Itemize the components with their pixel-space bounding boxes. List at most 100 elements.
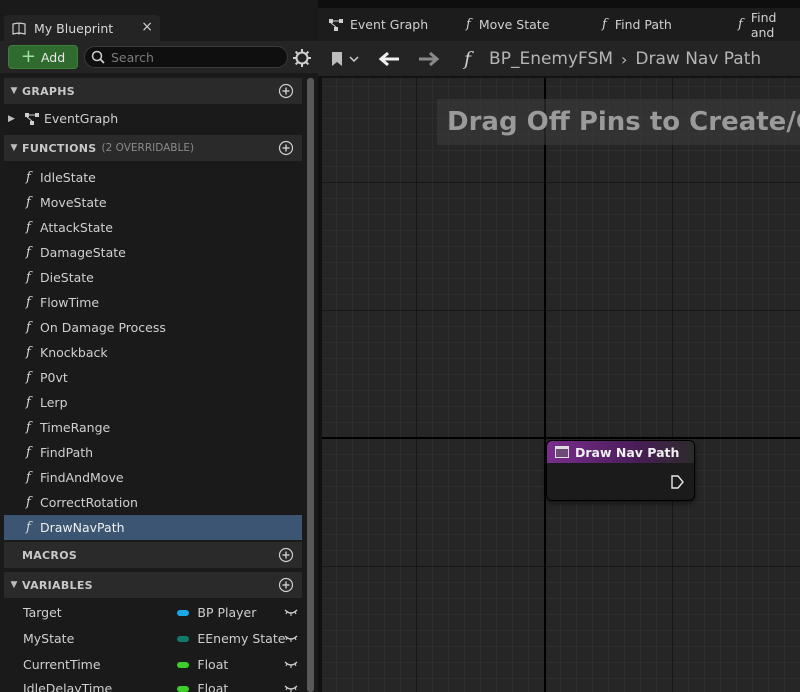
- functions-section-subtitle: (2 OVERRIDABLE): [101, 142, 195, 154]
- function-label: IdleState: [40, 170, 96, 185]
- function-label: MoveState: [40, 195, 107, 210]
- graph-tab-bar: Event Graph f Move State f Find Path f F…: [318, 8, 800, 41]
- function-label: FindAndMove: [40, 470, 124, 485]
- variable-name: IdleDelayTime: [23, 681, 113, 692]
- function-label: AttackState: [40, 220, 113, 235]
- variable-name: CurrentTime: [23, 657, 101, 672]
- function-label: Knockback: [40, 345, 108, 360]
- function-label: TimeRange: [40, 420, 111, 435]
- function-item[interactable]: f CorrectRotation: [4, 490, 302, 515]
- function-item[interactable]: f MoveState: [4, 190, 302, 215]
- add-button[interactable]: + Add: [8, 45, 78, 69]
- breadcrumb: f BP_EnemyFSM › Draw Nav Path: [464, 41, 761, 77]
- add-button-label: Add: [40, 49, 66, 65]
- bookmark-icon: [332, 52, 342, 66]
- variable-item[interactable]: CurrentTime Float: [4, 652, 302, 677]
- gear-icon[interactable]: [292, 48, 312, 68]
- tab-label: Move State: [478, 17, 550, 32]
- eye-closed-icon[interactable]: [284, 606, 298, 618]
- function-entry-node[interactable]: Draw Nav Path: [546, 440, 695, 501]
- add-graph-icon[interactable]: [278, 83, 294, 99]
- breadcrumb-blueprint[interactable]: BP_EnemyFSM: [489, 49, 613, 69]
- back-arrow-icon[interactable]: [378, 51, 400, 67]
- function-icon: f: [464, 48, 472, 70]
- variable-item[interactable]: MyState EEnemy State: [4, 626, 302, 651]
- variables-section-title: VARIABLES: [22, 578, 93, 592]
- function-label: On Damage Process: [40, 320, 166, 335]
- close-tab-icon[interactable]: ×: [141, 19, 153, 35]
- variables-section-header[interactable]: ▼ VARIABLES: [4, 572, 302, 598]
- tab-move-state[interactable]: f Move State: [466, 8, 549, 41]
- function-item[interactable]: f Lerp: [4, 390, 302, 415]
- eye-closed-icon[interactable]: [284, 658, 298, 670]
- graph-canvas[interactable]: Drag Off Pins to Create/Con Draw Nav Pat…: [322, 78, 800, 692]
- function-item[interactable]: f TimeRange: [4, 415, 302, 440]
- function-icon: f: [26, 295, 31, 310]
- my-blueprint-panel: My Blueprint × + Add Search ▼ GRAPHS ▶ E…: [0, 0, 318, 692]
- function-item[interactable]: f DamageState: [4, 240, 302, 265]
- chevron-down-icon: [349, 56, 359, 63]
- eye-closed-icon[interactable]: [284, 682, 298, 692]
- function-icon: f: [26, 395, 31, 410]
- graphs-section-title: GRAPHS: [22, 84, 76, 98]
- plus-icon: +: [20, 46, 36, 67]
- macros-section-header[interactable]: MACROS: [4, 542, 302, 568]
- add-variable-icon[interactable]: [278, 577, 294, 593]
- expand-arrow-icon: ▶: [8, 113, 15, 124]
- function-icon: f: [26, 495, 31, 510]
- function-label: Lerp: [40, 395, 68, 410]
- add-function-icon[interactable]: [278, 140, 294, 156]
- canvas-hint-text: Drag Off Pins to Create/Con: [437, 99, 800, 145]
- function-label: DieState: [40, 270, 94, 285]
- function-label: FindPath: [40, 445, 94, 460]
- my-blueprint-tab[interactable]: My Blueprint ×: [4, 15, 160, 41]
- tab-find-and-move[interactable]: f Find and: [738, 8, 800, 41]
- search-box[interactable]: [84, 46, 288, 68]
- function-item[interactable]: f IdleState: [4, 165, 302, 190]
- function-item[interactable]: f Knockback: [4, 340, 302, 365]
- graph-item-eventgraph[interactable]: ▶ EventGraph: [4, 106, 302, 131]
- graph-item-label: EventGraph: [44, 111, 119, 126]
- function-item[interactable]: f On Damage Process: [4, 315, 302, 340]
- tab-event-graph[interactable]: Event Graph: [328, 8, 428, 41]
- function-item[interactable]: f AttackState: [4, 215, 302, 240]
- function-icon: f: [602, 17, 607, 32]
- function-node-icon: [555, 446, 569, 458]
- breadcrumb-function[interactable]: Draw Nav Path: [635, 49, 761, 69]
- function-item-selected[interactable]: f DrawNavPath: [4, 515, 302, 540]
- function-item[interactable]: f FindAndMove: [4, 465, 302, 490]
- function-label: CorrectRotation: [40, 495, 138, 510]
- panel-toolbar: + Add: [0, 41, 318, 73]
- add-macro-icon[interactable]: [278, 547, 294, 563]
- forward-arrow-icon[interactable]: [418, 51, 440, 67]
- variable-name: Target: [23, 605, 62, 620]
- function-item[interactable]: f FlowTime: [4, 290, 302, 315]
- node-title: Draw Nav Path: [575, 444, 680, 460]
- node-header[interactable]: Draw Nav Path: [547, 441, 694, 463]
- variable-item[interactable]: Target BP Player: [4, 600, 302, 625]
- function-icon: f: [26, 270, 31, 285]
- tab-label: Find and: [750, 9, 777, 40]
- function-icon: f: [26, 320, 31, 335]
- function-icon: f: [26, 420, 31, 435]
- function-item[interactable]: f DieState: [4, 265, 302, 290]
- eye-closed-icon[interactable]: [284, 632, 298, 644]
- variable-item[interactable]: IdleDelayTime Float: [4, 676, 302, 692]
- event-graph-icon: [25, 112, 39, 125]
- exec-output-pin-icon[interactable]: [670, 475, 684, 489]
- function-icon: f: [26, 245, 31, 260]
- tab-find-path[interactable]: f Find Path: [602, 8, 672, 41]
- function-icon: f: [26, 470, 31, 485]
- function-icon: f: [466, 17, 471, 32]
- graphs-section-header[interactable]: ▼ GRAPHS: [4, 78, 302, 104]
- bookmark-dropdown[interactable]: [330, 51, 359, 67]
- event-graph-icon: [329, 18, 343, 31]
- search-input[interactable]: [111, 49, 271, 65]
- functions-section-header[interactable]: ▼ FUNCTIONS (2 OVERRIDABLE): [4, 135, 302, 161]
- scrollbar-thumb[interactable]: [307, 78, 314, 692]
- variable-type-pill: [177, 661, 190, 668]
- variable-type-pill: [177, 609, 190, 616]
- function-item[interactable]: f FindPath: [4, 440, 302, 465]
- graph-navigation-bar: f BP_EnemyFSM › Draw Nav Path: [318, 41, 800, 77]
- function-item[interactable]: f P0vt: [4, 365, 302, 390]
